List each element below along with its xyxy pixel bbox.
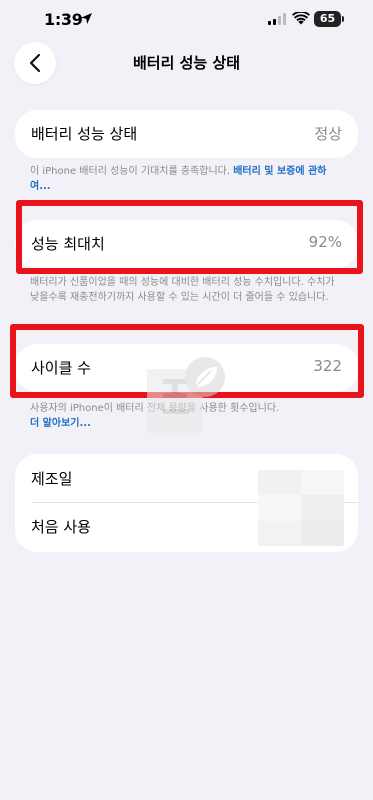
- battery-health-card: 배터리 성능 상태 정상: [15, 110, 358, 158]
- manufactured-date-label: 제조일: [31, 470, 73, 488]
- battery-health-value: 정상: [314, 125, 342, 143]
- page-title: 배터리 성능 상태: [132, 54, 241, 72]
- battery-health-label: 배터리 성능 상태: [31, 125, 138, 143]
- status-time: 1:39: [44, 10, 83, 29]
- first-use-date-label: 처음 사용: [31, 518, 91, 536]
- leaf-watermark-icon: [147, 357, 225, 433]
- battery-health-note-text: 이 iPhone 배터리 성능이 기대치를 충족합니다.: [30, 166, 234, 177]
- wifi-icon: [292, 12, 310, 25]
- highlight-box-max-capacity: [16, 200, 363, 274]
- learn-more-link[interactable]: 더 알아보기...: [30, 418, 91, 429]
- status-bar: 1:39 65: [0, 0, 373, 44]
- battery-icon: 65: [314, 11, 344, 27]
- cellular-signal-icon: [268, 13, 286, 25]
- redacted-dates-area: [258, 470, 344, 546]
- battery-health-note: 이 iPhone 배터리 성능이 기대치를 충족합니다. 배터리 및 보증에 관…: [30, 165, 345, 194]
- location-arrow-icon: [81, 13, 92, 24]
- max-capacity-note: 배터리가 신품이었을 때의 성능에 대비한 배터리 성능 수치입니다. 수치가 …: [30, 277, 335, 303]
